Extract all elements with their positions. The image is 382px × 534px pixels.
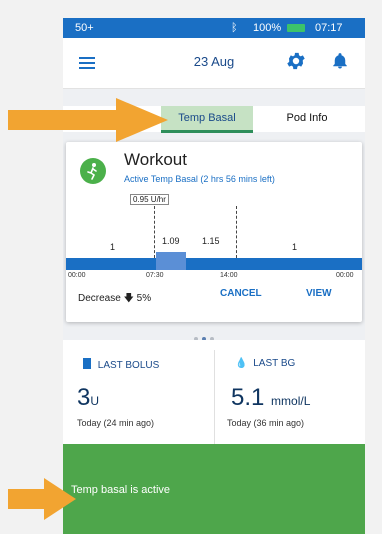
bell-icon[interactable]	[331, 51, 349, 71]
bolus-icon	[83, 358, 91, 369]
tab-temp-basal[interactable]: Temp Basal	[161, 106, 253, 133]
view-button[interactable]: VIEW	[306, 288, 332, 299]
card-title: Workout	[124, 150, 187, 169]
bluetooth-icon: ᛒ	[231, 22, 238, 34]
gear-icon[interactable]	[285, 50, 307, 72]
bolus-unit: U	[90, 394, 100, 408]
active-segment	[156, 252, 186, 270]
time-label: 07:30	[146, 272, 164, 279]
temp-basal-card: Workout Active Temp Basal (2 hrs 56 mins…	[66, 142, 362, 322]
rate-label: 1.15	[202, 236, 220, 246]
marker-line	[154, 206, 155, 258]
header-date: 23 Aug	[193, 54, 235, 69]
card-subtitle: Active Temp Basal (2 hrs 56 mins left)	[124, 174, 275, 184]
last-bolus-value: 3U	[77, 384, 99, 412]
app-header: 23 Aug	[63, 38, 365, 89]
bolus-amount: 3	[77, 384, 91, 411]
arrow-icon	[8, 98, 168, 142]
phone-screen: 50+ ᛒ 100% 07:17 23 Aug Temp Basal Pod I…	[63, 18, 365, 534]
last-bolus-time: Today (24 min ago)	[77, 418, 155, 428]
basal-graph: 0.95 U/hr 1 1.09 1.15 1 00:00 07:30 14:0…	[66, 192, 362, 279]
rate-label: 1	[110, 242, 116, 252]
decrease-value: 5%	[136, 293, 152, 304]
bg-unit: mmol/L	[271, 394, 311, 408]
decrease-info: Decrease 🡇 5%	[78, 291, 151, 308]
rate-label: 1	[292, 242, 298, 252]
toast-banner: Temp basal is active	[63, 444, 365, 534]
bg-amount: 5.1	[231, 384, 265, 411]
status-bar: 50+ ᛒ 100% 07:17	[63, 18, 365, 38]
time-label: 14:00	[220, 272, 238, 279]
blood-drop-icon: 💧	[235, 358, 248, 369]
graph-bar	[66, 258, 362, 270]
last-bg-label: LAST BG	[253, 358, 296, 369]
marker-line	[236, 206, 237, 258]
last-bg-time: Today (36 min ago)	[227, 418, 305, 428]
decrease-label: Decrease	[78, 293, 121, 304]
status-time: 07:17	[315, 22, 343, 34]
status-battery: 100%	[253, 22, 282, 34]
last-bg-value: 5.1 mmol/L	[231, 384, 310, 412]
status-glucose: 50+	[75, 22, 94, 34]
current-rate-badge: 0.95 U/hr	[130, 194, 169, 205]
rate-label: 1.09	[162, 236, 180, 246]
last-bg-header: 💧 LAST BG	[235, 358, 295, 369]
battery-icon	[287, 24, 305, 32]
time-label: 00:00	[336, 272, 354, 279]
last-bolus-label: LAST BOLUS	[97, 360, 160, 371]
arrow-icon	[8, 478, 76, 520]
workout-icon	[80, 158, 106, 184]
toast-message: Temp basal is active	[71, 484, 171, 496]
time-label: 00:00	[68, 272, 86, 279]
cancel-button[interactable]: CANCEL	[220, 288, 262, 299]
last-bolus-header: LAST BOLUS	[83, 358, 159, 371]
arrow-down-icon: 🡇	[123, 293, 134, 304]
tab-pod-info[interactable]: Pod Info	[267, 106, 347, 130]
